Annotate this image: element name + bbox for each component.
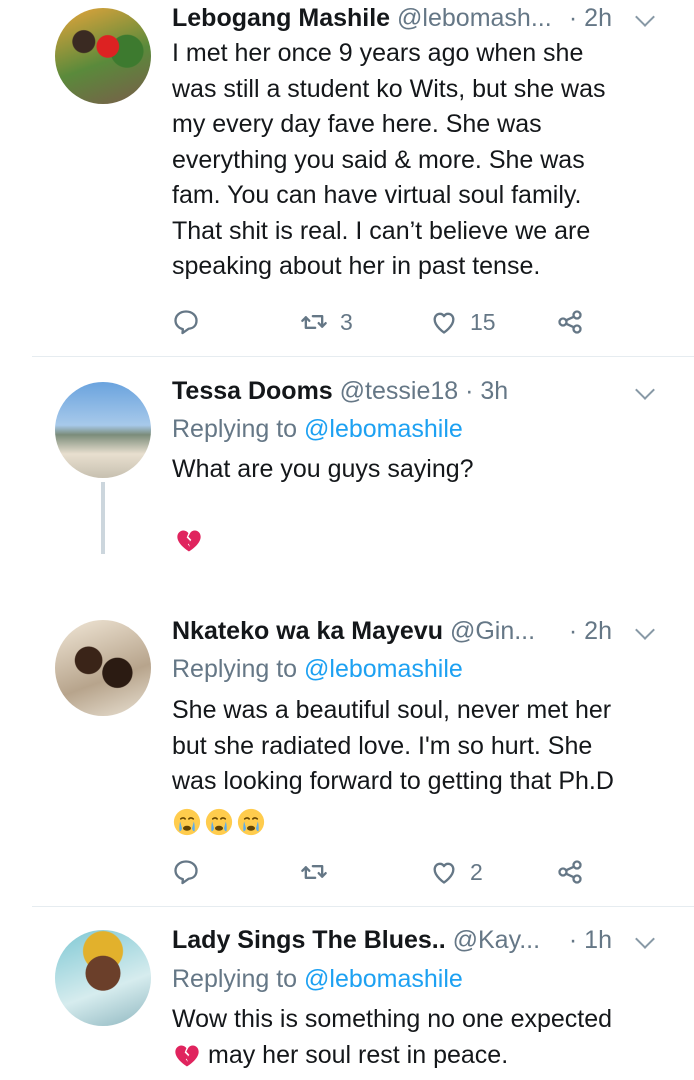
retweet-button[interactable]	[300, 852, 328, 892]
replying-to: Replying to @lebomashile	[172, 965, 463, 993]
tweet-text: I met her once 9 years ago when she was …	[172, 36, 672, 285]
divider	[32, 356, 694, 357]
replying-handle-link[interactable]: @lebomashile	[304, 415, 463, 443]
text-line: I met her once 9 years ago when she	[172, 39, 584, 67]
divider	[32, 906, 694, 907]
like-button[interactable]: 15	[430, 302, 496, 342]
chevron-down-icon[interactable]	[635, 929, 655, 949]
replying-to: Replying to @lebomashile	[172, 415, 463, 443]
author-handle[interactable]: @Kay...	[453, 926, 540, 954]
like-count: 15	[470, 308, 496, 335]
reply-icon	[172, 858, 200, 886]
share-button[interactable]	[556, 302, 584, 342]
tweet-text: Wow this is something no one expected ma…	[172, 1002, 672, 1073]
text-line: was still a student ko Wits, but she was	[172, 74, 606, 103]
text-line: Wow this is something no one expected	[172, 1005, 613, 1033]
crying-face-emoji	[172, 807, 202, 837]
tweet-time: · 2h	[568, 617, 612, 645]
author-name[interactable]: Lady Sings The Blues..	[172, 926, 446, 954]
avatar[interactable]	[55, 930, 151, 1026]
tweet-text: She was a beautiful soul, never met her …	[172, 693, 672, 840]
author-name[interactable]: Nkateko wa ka Mayevu	[172, 617, 443, 645]
heart-icon	[430, 308, 458, 336]
text-line: may her soul rest in peace.	[172, 1038, 672, 1074]
tweet-time: · 1h	[568, 926, 612, 954]
like-count: 2	[470, 858, 483, 885]
avatar[interactable]	[55, 620, 151, 716]
share-icon	[556, 858, 584, 886]
reply-icon	[172, 308, 200, 336]
chevron-down-icon[interactable]	[635, 620, 655, 640]
author-handle[interactable]: @Gin...	[450, 617, 535, 645]
text-line: That shit is real. I can’t believe we ar…	[172, 216, 591, 245]
reply-button[interactable]	[172, 302, 200, 342]
author-handle[interactable]: @tessie18 · 3h	[340, 377, 509, 405]
avatar[interactable]	[55, 382, 151, 478]
retweet-icon	[300, 308, 328, 336]
text-line: fam. You can have virtual soul family.	[172, 181, 582, 209]
replying-to: Replying to @lebomashile	[172, 655, 463, 683]
text-line: was looking forward to getting that Ph.D	[172, 767, 614, 795]
text-line: speaking about her in past tense.	[172, 252, 541, 280]
avatar[interactable]	[55, 8, 151, 104]
text-line: my every day fave here. She was	[172, 110, 542, 138]
text-line: She was a beautiful soul, never met her	[172, 696, 612, 724]
crying-face-emoji	[204, 807, 234, 837]
heart-icon	[430, 858, 458, 886]
chevron-down-icon[interactable]	[635, 7, 655, 27]
replying-handle-link[interactable]: @lebomashile	[304, 655, 463, 683]
tweet-text: What are you guys saying?	[172, 455, 474, 483]
author-handle[interactable]: @lebomash...	[397, 4, 552, 32]
broken-heart-emoji	[174, 527, 204, 555]
replying-handle-link[interactable]: @lebomashile	[304, 965, 463, 993]
text-line: but she radiated love. I'm so hurt. She	[172, 731, 593, 760]
emoji-line	[172, 800, 672, 840]
crying-face-emoji	[236, 807, 266, 837]
like-button[interactable]: 2	[430, 852, 483, 892]
share-icon	[556, 308, 584, 336]
author-name[interactable]: Tessa Dooms	[172, 377, 333, 405]
thread-line	[101, 482, 105, 554]
share-button[interactable]	[556, 852, 584, 892]
text-line: everything you said & more. She was	[172, 145, 585, 174]
retweet-button[interactable]: 3	[300, 302, 353, 342]
tweet-actions: 3 15	[172, 302, 612, 342]
tweet-actions: 2	[172, 852, 612, 892]
reply-button[interactable]	[172, 852, 200, 892]
chevron-down-icon[interactable]	[635, 380, 655, 400]
broken-heart-emoji	[172, 1042, 202, 1070]
retweet-count: 3	[340, 308, 353, 335]
retweet-icon	[300, 858, 328, 886]
tweet-time: · 2h	[568, 4, 612, 32]
author-name[interactable]: Lebogang Mashile	[172, 4, 390, 32]
